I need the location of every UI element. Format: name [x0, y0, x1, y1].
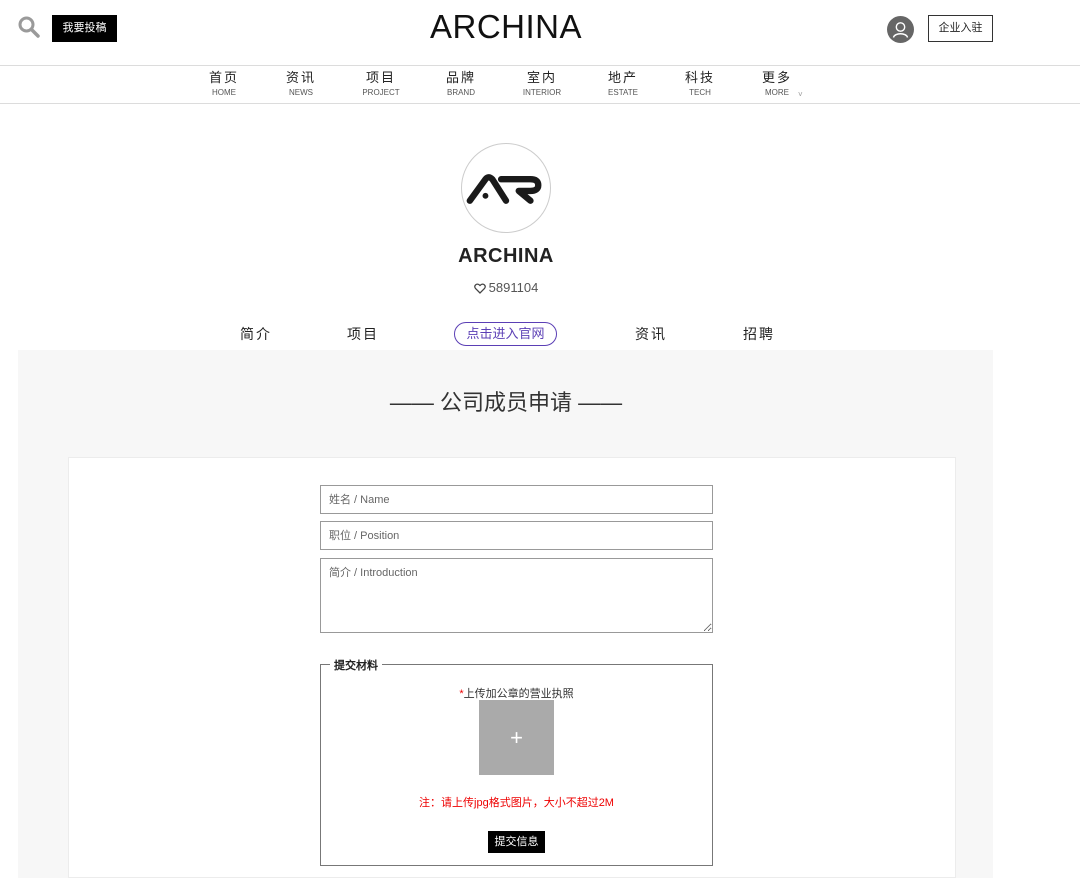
introduction-textarea[interactable] — [320, 558, 713, 633]
name-input[interactable] — [320, 485, 713, 514]
nav-item-home[interactable]: 首页 HOME — [194, 69, 254, 98]
top-bar: 我要投稿 ARCHINA 企业入驻 — [0, 0, 1080, 66]
nav-label-en: ESTATE — [608, 88, 638, 97]
ar-logo-mark — [466, 174, 542, 204]
nav-label-en: NEWS — [289, 88, 313, 97]
nav-item-news[interactable]: 资讯 NEWS — [271, 69, 331, 98]
chevron-down-icon[interactable]: ˅ — [798, 90, 803, 99]
position-input[interactable] — [320, 521, 713, 550]
nav-label-cn: 科技 — [684, 70, 715, 85]
submit-info-button[interactable]: 提交信息 — [488, 831, 545, 853]
nav-item-tech[interactable]: 科技 TECH — [670, 69, 730, 98]
nav-label-en: INTERIOR — [522, 88, 562, 97]
nav-label-cn: 资讯 — [285, 70, 316, 85]
nav-item-interior[interactable]: 室内 INTERIOR — [512, 69, 572, 98]
upload-label-text: 上传加公章的营业执照 — [463, 688, 574, 700]
nav-label-en: PROJECT — [362, 88, 400, 97]
nav-item-project[interactable]: 项目 PROJECT — [351, 69, 411, 98]
company-logo — [461, 143, 551, 233]
nav-item-brand[interactable]: 品牌 BRAND — [431, 69, 491, 98]
nav-label-en: BRAND — [446, 88, 475, 97]
official-site-button[interactable]: 点击进入官网 — [454, 322, 557, 346]
nav-label-cn: 地产 — [607, 70, 638, 85]
likes-value: 5891104 — [488, 280, 539, 295]
tab-projects[interactable]: 项目 — [347, 324, 379, 344]
nav-label-en: TECH — [689, 88, 711, 97]
nav-label-cn: 首页 — [208, 70, 239, 85]
likes-count[interactable]: 5891104 — [0, 280, 1012, 295]
nav-label-cn: 更多 — [761, 70, 792, 85]
upload-note: 注：请上传jpg格式图片，大小不超过2M — [419, 797, 614, 809]
tab-news[interactable]: 资讯 — [635, 324, 667, 344]
form-title: —— 公司成员申请 —— — [389, 390, 623, 415]
nav-label-en: HOME — [212, 88, 236, 97]
nav-label-cn: 品牌 — [445, 70, 476, 85]
nav-item-estate[interactable]: 地产 ESTATE — [593, 69, 653, 98]
enterprise-join-button[interactable]: 企业入驻 — [928, 15, 993, 42]
materials-legend: 提交材料 — [330, 657, 382, 673]
company-name: ARCHINA — [458, 245, 554, 267]
site-logo[interactable]: ARCHINA — [0, 8, 1012, 46]
tab-jobs[interactable]: 招聘 — [743, 324, 775, 344]
upload-label: *上传加公章的营业执照 — [320, 685, 713, 701]
upload-image-button[interactable]: + — [479, 700, 554, 775]
heart-icon — [473, 283, 486, 294]
main-nav: 首页 HOME 资讯 NEWS 项目 PROJECT 品牌 BRAND 室内 I… — [0, 66, 1080, 104]
user-avatar-icon[interactable] — [887, 16, 914, 43]
nav-label-cn: 室内 — [526, 70, 557, 85]
nav-label-cn: 项目 — [365, 70, 396, 85]
tab-intro[interactable]: 简介 — [240, 324, 272, 344]
